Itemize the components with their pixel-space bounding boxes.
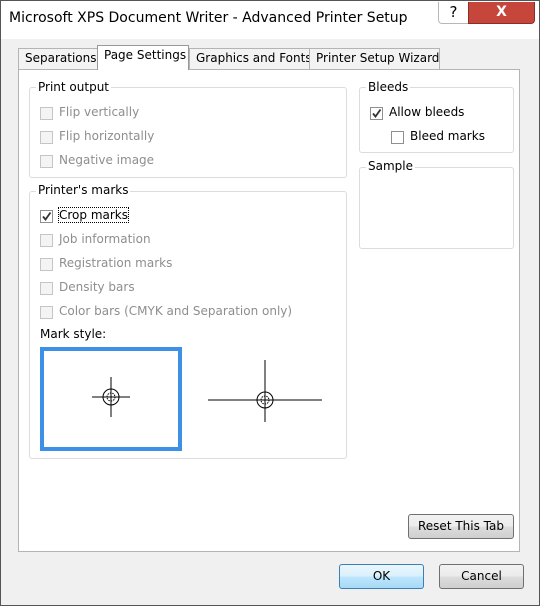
cancel-button[interactable]: Cancel [439,564,524,589]
print-output-title: Print output [36,80,111,94]
advanced-printer-setup-dialog: Microsoft XPS Document Writer - Advanced… [0,0,540,606]
close-icon: X [496,4,507,20]
sample-title: Sample [366,159,415,173]
bleeds-title: Bleeds [366,80,411,94]
job-information-checkbox[interactable] [40,234,53,247]
checkmark-icon [372,108,382,118]
help-button[interactable]: ? [438,2,469,24]
short-crop-mark-icon [92,377,130,417]
ok-button[interactable]: OK [339,564,424,589]
negative-image-checkbox[interactable] [40,155,53,168]
flip-horizontally-checkbox[interactable] [40,131,53,144]
page-settings-panel: Print output Flip vertically Flip horizo… [18,69,520,552]
title-bar: Microsoft XPS Document Writer - Advanced… [1,1,539,39]
close-button[interactable]: X [468,2,535,24]
flip-vertically-checkbox[interactable] [40,107,53,120]
flip-vertically-label: Flip vertically [59,105,140,119]
tab-page-settings[interactable]: Page Settings [97,45,189,70]
checkmark-icon [42,211,52,221]
registration-marks-checkbox[interactable] [40,258,53,271]
tab-graphics-and-fonts[interactable]: Graphics and Fonts [189,48,312,69]
mark-style-option-long[interactable] [206,358,324,442]
registration-marks-label: Registration marks [59,256,173,270]
density-bars-label: Density bars [59,280,135,294]
tab-separations[interactable]: Separations [18,48,98,69]
crop-marks-label: Crop marks [58,207,129,223]
crop-marks-checkbox[interactable] [40,210,53,223]
mark-style-option-short[interactable] [40,347,182,451]
flip-horizontally-label: Flip horizontally [59,129,155,143]
bleed-marks-label: Bleed marks [410,129,485,143]
mark-style-label: Mark style: [40,327,107,341]
printers-marks-title: Printer's marks [36,183,131,197]
color-bars-label: Color bars (CMYK and Separation only) [59,304,293,318]
density-bars-checkbox[interactable] [40,282,53,295]
window-title: Microsoft XPS Document Writer - Advanced… [9,10,408,26]
bleeds-group [359,87,514,153]
help-icon: ? [449,3,458,21]
color-bars-checkbox[interactable] [40,306,53,319]
sample-group [359,167,514,249]
allow-bleeds-checkbox[interactable] [370,107,383,120]
bleed-marks-checkbox[interactable] [391,131,404,144]
job-information-label: Job information [59,232,151,246]
long-crop-mark-icon [208,360,322,422]
reset-this-tab-button[interactable]: Reset This Tab [408,514,514,539]
allow-bleeds-label: Allow bleeds [389,105,465,119]
negative-image-label: Negative image [59,153,155,167]
tab-printer-setup-wizard[interactable]: Printer Setup Wizard [309,48,440,69]
